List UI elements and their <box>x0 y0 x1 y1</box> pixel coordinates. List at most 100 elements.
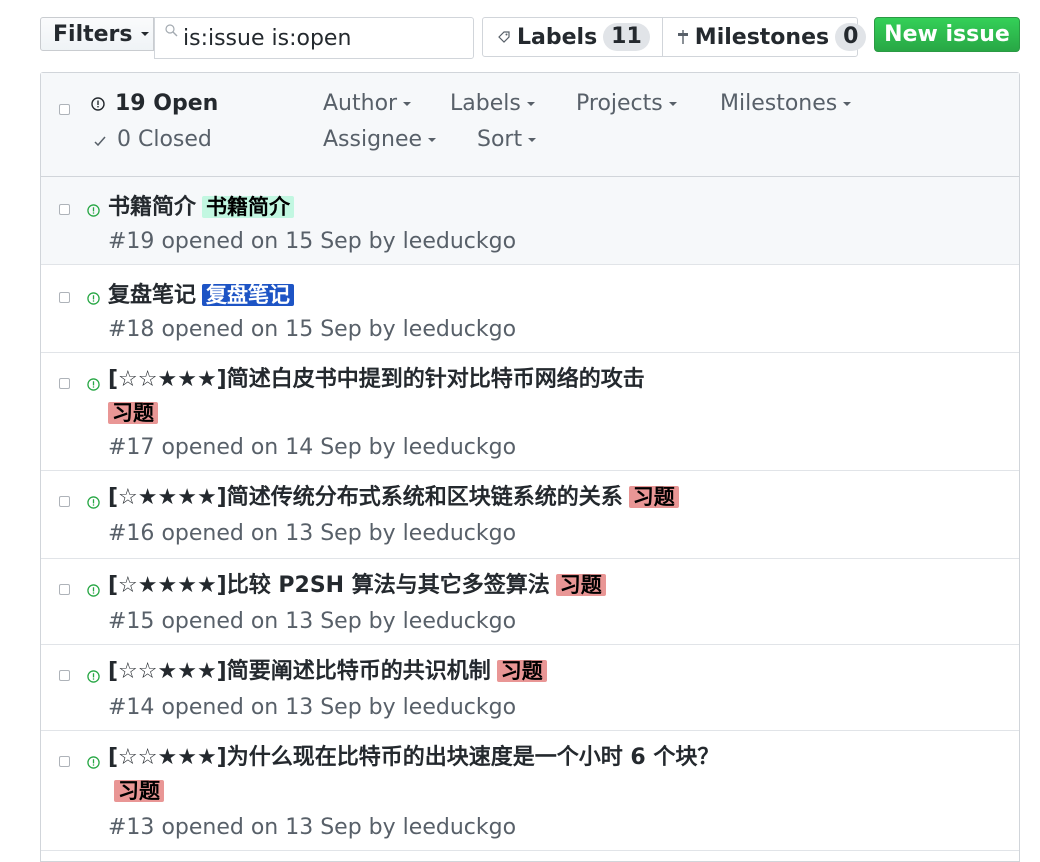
issue-title-link[interactable]: 复盘笔记 <box>108 283 196 308</box>
issues-list-header: 19 Open 0 Closed Author Labels Projects … <box>41 73 1019 177</box>
issue-title: [☆★★★★]比较 P2SH 算法与其它多签算法 习题 <box>108 569 808 603</box>
issue-checkbox[interactable] <box>59 496 70 507</box>
issue-number: #15 <box>108 609 155 634</box>
issue-row[interactable]: [☆☆★★★]简要阐述比特币的共识机制 习题 #14 opened on 13 S… <box>41 645 1019 731</box>
check-icon <box>94 136 106 146</box>
issue-checkbox[interactable] <box>59 756 70 767</box>
filters-button-label: Filters <box>53 21 133 47</box>
closed-issues-filter[interactable]: 0 Closed <box>93 127 212 152</box>
projects-filter[interactable]: Projects <box>576 91 677 116</box>
issue-opened-icon <box>87 204 100 217</box>
search-box[interactable] <box>154 17 474 59</box>
issue-checkbox[interactable] <box>59 584 70 595</box>
issue-opened-icon <box>87 670 100 683</box>
issue-title-link[interactable]: [☆★★★★]比较 P2SH 算法与其它多签算法 <box>108 573 550 598</box>
issue-opened-icon <box>87 292 100 305</box>
issue-meta: #15 opened on 13 Sep by leeduckgo <box>108 609 516 634</box>
milestones-nav-link[interactable]: Milestones 0 <box>661 18 879 56</box>
issue-row[interactable]: 复盘笔记 复盘笔记 #18 opened on 15 Sep by leeduck… <box>41 265 1019 353</box>
author-filter[interactable]: Author <box>323 91 412 116</box>
issue-author-link[interactable]: leeduckgo <box>403 521 516 546</box>
projects-filter-label: Projects <box>576 91 663 116</box>
issue-meta: #18 opened on 15 Sep by leeduckgo <box>108 317 516 342</box>
sort-filter[interactable]: Sort <box>477 127 537 152</box>
issue-number: #17 <box>108 435 155 460</box>
issue-title-link[interactable]: [☆☆★★★]简要阐述比特币的共识机制 <box>108 659 491 684</box>
issue-author-link[interactable]: leeduckgo <box>403 435 516 460</box>
issue-author-link[interactable]: leeduckgo <box>403 815 516 840</box>
milestones-filter-label: Milestones <box>720 91 838 116</box>
caret-down-icon <box>140 32 149 36</box>
caret-down-icon <box>526 102 535 106</box>
issue-author-link[interactable]: leeduckgo <box>403 317 516 342</box>
caret-down-icon <box>428 138 437 142</box>
tag-icon <box>498 31 510 43</box>
issue-meta: #14 opened on 13 Sep by leeduckgo <box>108 695 516 720</box>
issue-row[interactable]: [☆☆★★★]为什么现在比特币的出块速度是一个小时 6 个块？ 习题 #13 op… <box>41 731 1019 851</box>
issue-meta: #13 opened on 13 Sep by leeduckgo <box>108 815 516 840</box>
issue-opened-icon <box>87 584 100 597</box>
issue-checkbox[interactable] <box>59 204 70 215</box>
issue-author-link[interactable]: leeduckgo <box>403 695 516 720</box>
labels-filter[interactable]: Labels <box>450 91 535 116</box>
labels-filter-label: Labels <box>450 91 521 116</box>
milestones-count: 0 <box>835 23 867 51</box>
caret-down-icon <box>843 102 852 106</box>
issue-checkbox[interactable] <box>59 292 70 303</box>
assignee-filter[interactable]: Assignee <box>323 127 437 152</box>
issue-title: [☆☆★★★]简要阐述比特币的共识机制 习题 <box>108 655 808 689</box>
search-input[interactable] <box>183 18 469 58</box>
issue-meta: #19 opened on 15 Sep by leeduckgo <box>108 229 516 254</box>
issue-opened-text: opened on 13 Sep by <box>161 815 396 840</box>
issue-number: #16 <box>108 521 155 546</box>
issue-checkbox[interactable] <box>59 378 70 389</box>
issue-label[interactable]: 复盘笔记 <box>202 284 295 306</box>
caret-down-icon <box>528 138 537 142</box>
issue-title-link[interactable]: [☆☆★★★]为什么现在比特币的出块速度是一个小时 6 个块？ <box>108 745 719 770</box>
issues-list: 19 Open 0 Closed Author Labels Projects … <box>40 72 1020 862</box>
issue-opened-icon <box>87 378 100 391</box>
issue-title-link[interactable]: [☆★★★★]简述传统分布式系统和区块链系统的关系 <box>108 485 623 510</box>
issue-title-link[interactable]: 书籍简介 <box>108 195 196 220</box>
issue-title: 复盘笔记 复盘笔记 <box>108 279 768 313</box>
labels-nav-link[interactable]: Labels 11 <box>483 18 662 56</box>
issue-number: #19 <box>108 229 155 254</box>
issue-label[interactable]: 习题 <box>628 486 679 508</box>
issue-number: #13 <box>108 815 155 840</box>
issue-number: #14 <box>108 695 155 720</box>
milestones-filter[interactable]: Milestones <box>720 91 852 116</box>
issue-label[interactable]: 书籍简介 <box>202 196 295 218</box>
milestones-nav-label: Milestones <box>694 24 830 50</box>
milestone-icon <box>677 30 688 44</box>
issue-meta: #16 opened on 13 Sep by leeduckgo <box>108 521 516 546</box>
issue-row[interactable]: [☆★★★★]比较 P2SH 算法与其它多签算法 习题 #15 opened on… <box>41 559 1019 645</box>
issue-opened-text: opened on 15 Sep by <box>161 229 396 254</box>
filters-button[interactable]: Filters <box>40 17 154 51</box>
issue-row[interactable]: [☆★★★★]简述传统分布式系统和区块链系统的关系 习题 #16 opened o… <box>41 471 1019 559</box>
issue-label[interactable]: 习题 <box>555 574 606 596</box>
caret-down-icon <box>403 102 412 106</box>
author-filter-label: Author <box>323 91 398 116</box>
issue-opened-icon <box>91 96 105 111</box>
select-all-checkbox[interactable] <box>59 104 70 115</box>
labels-milestones-nav: Labels 11 Milestones 0 <box>482 17 867 57</box>
issue-label[interactable]: 习题 <box>108 402 158 424</box>
caret-down-icon <box>668 102 677 106</box>
issue-number: #18 <box>108 317 155 342</box>
issue-opened-icon <box>87 496 100 509</box>
open-issues-filter[interactable]: 19 Open <box>91 91 218 116</box>
issue-label[interactable]: 习题 <box>114 780 164 802</box>
open-issues-label: 19 Open <box>115 91 219 116</box>
issue-title-link[interactable]: [☆☆★★★]简述白皮书中提到的针对比特币网络的攻击 <box>108 367 645 392</box>
issue-meta: #17 opened on 14 Sep by leeduckgo <box>108 435 516 460</box>
issue-label[interactable]: 习题 <box>496 660 547 682</box>
issue-row[interactable]: 书籍简介 书籍简介 #19 opened on 15 Sep by leeduck… <box>41 177 1019 265</box>
issue-checkbox[interactable] <box>59 670 70 681</box>
issue-author-link[interactable]: leeduckgo <box>403 609 516 634</box>
issue-author-link[interactable]: leeduckgo <box>403 229 516 254</box>
new-issue-button[interactable]: New issue <box>874 17 1020 52</box>
issue-opened-text: opened on 13 Sep by <box>161 521 396 546</box>
issue-row[interactable]: [☆☆★★★]简述白皮书中提到的针对比特币网络的攻击 习题 #17 opened … <box>41 353 1019 471</box>
labels-nav-label: Labels <box>517 24 598 50</box>
issue-opened-text: opened on 14 Sep by <box>161 435 396 460</box>
